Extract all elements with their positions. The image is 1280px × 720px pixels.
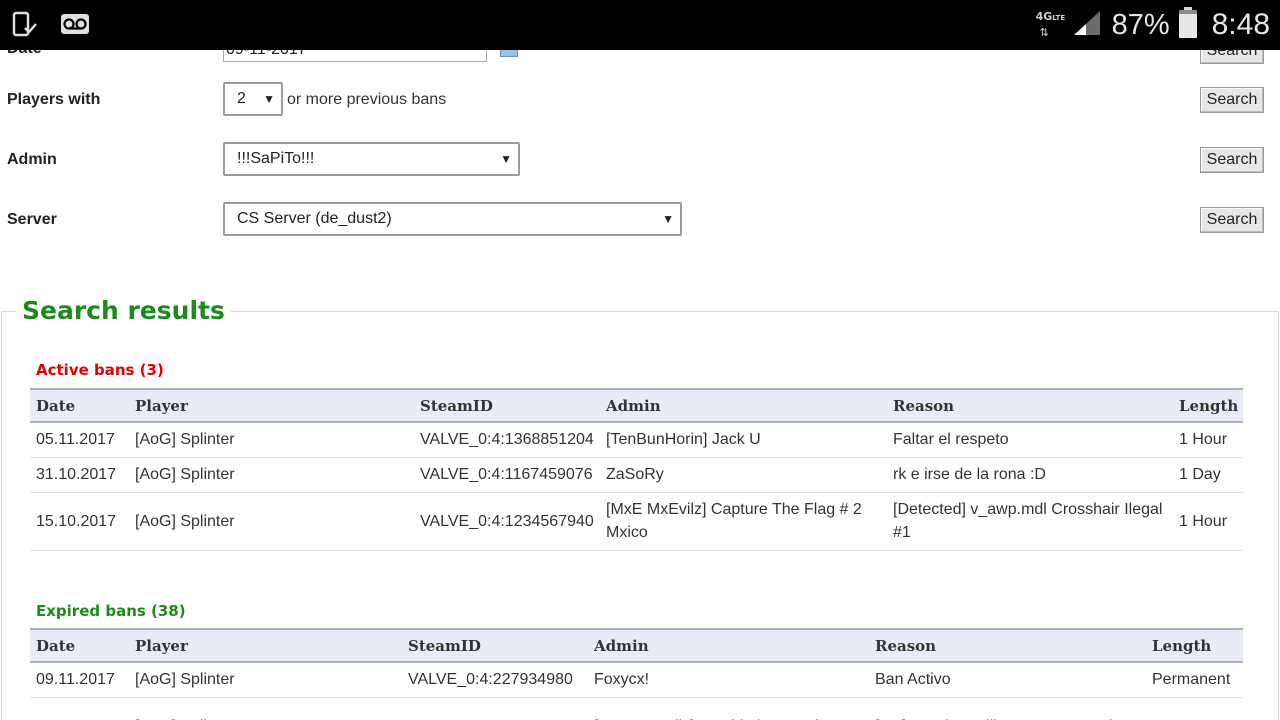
- column-header-steamid[interactable]: SteamID: [414, 389, 600, 422]
- column-header-player[interactable]: Player: [129, 629, 402, 662]
- cell-steamid: VALVE_0:4:1167459076: [414, 457, 600, 493]
- search-results-title: Search results: [16, 296, 231, 325]
- cell-player: [AoG] Splinter: [129, 662, 402, 698]
- previous-bans-value: 2: [237, 90, 246, 107]
- table-header-row: Date Player SteamID Admin Reason Length: [30, 389, 1243, 422]
- previous-bans-select[interactable]: 2 ▼: [223, 82, 283, 116]
- network-subtype-label: LTE: [1052, 14, 1066, 22]
- cell-steamid: VALVE_0:4:1368851204: [414, 422, 600, 458]
- column-header-admin[interactable]: Admin: [588, 629, 869, 662]
- admin-label: Admin: [7, 151, 57, 168]
- status-bar: 4GLTE ⇅ 87% 8:48: [0, 0, 1280, 50]
- cell-steamid: VALVE_0:4:1234567940: [414, 492, 600, 551]
- network-type-indicator: 4GLTE ⇅: [1036, 8, 1066, 42]
- battery-percent: 87%: [1111, 8, 1170, 41]
- active-bans-table: Date Player SteamID Admin Reason Length …: [30, 388, 1243, 551]
- server-label: Server: [7, 211, 57, 228]
- network-type-label: 4G: [1035, 10, 1053, 23]
- cell-admin: [MxE MxEvilz] Trouble in Terrorist: [588, 697, 869, 720]
- status-bar-system: 4GLTE ⇅ 87% 8:48: [1036, 0, 1270, 50]
- column-header-player[interactable]: Player: [129, 389, 414, 422]
- cell-player: [AoG] Splinter: [129, 457, 414, 493]
- voicemail-icon: [60, 13, 90, 40]
- admin-select-value: !!!SaPiTo!!!: [237, 150, 315, 167]
- server-select-value: CS Server (de_dust2): [237, 210, 392, 227]
- table-row[interactable]: 05.11.2017 [AoG] Splinter VALVE_0:4:1368…: [30, 697, 1243, 720]
- cell-date: 31.10.2017: [30, 457, 129, 493]
- cell-player: [AoG] Splinter: [129, 492, 414, 551]
- column-header-date[interactable]: Date: [30, 629, 129, 662]
- table-row[interactable]: 05.11.2017 [AoG] Splinter VALVE_0:4:1368…: [30, 422, 1243, 458]
- table-row[interactable]: 31.10.2017 [AoG] Splinter VALVE_0:4:1167…: [30, 457, 1243, 493]
- cell-steamid: VALVE_0:4:1368851204: [402, 697, 588, 720]
- cell-date: 15.10.2017: [30, 492, 129, 551]
- clock: 8:48: [1211, 8, 1270, 41]
- cell-admin: [TenBunHorin] Jack U: [600, 422, 887, 458]
- date-input[interactable]: 09-11-2017: [223, 50, 487, 62]
- table-row[interactable]: 09.11.2017 [AoG] Splinter VALVE_0:4:2279…: [30, 662, 1243, 698]
- previous-bans-suffix: or more previous bans: [287, 91, 447, 108]
- admin-search-button[interactable]: Search: [1200, 147, 1264, 173]
- cell-admin: Foxycx!: [588, 662, 869, 698]
- admin-select[interactable]: !!!SaPiTo!!! ▼: [223, 142, 520, 176]
- expired-bans-heading: Expired bans (38): [36, 602, 186, 620]
- table-header-row: Date Player SteamID Admin Reason Length: [30, 629, 1243, 662]
- players-search-button[interactable]: Search: [1200, 87, 1264, 113]
- cell-reason: Ban Activo: [869, 662, 1146, 698]
- phone-check-icon: [12, 11, 38, 42]
- cell-reason: [RK] Random Kill: Matar a tu equipo: [869, 697, 1146, 720]
- calendar-icon[interactable]: [500, 50, 518, 57]
- cell-steamid: VALVE_0:4:227934980: [402, 662, 588, 698]
- column-header-steamid[interactable]: SteamID: [402, 629, 588, 662]
- server-search-button[interactable]: Search: [1200, 207, 1264, 233]
- chevron-down-icon: ▼: [662, 212, 674, 226]
- cell-player: [AoG] Splinter: [129, 697, 402, 720]
- cell-date: 05.11.2017: [30, 697, 129, 720]
- signal-icon: [1072, 9, 1102, 42]
- cell-player: [AoG] Splinter: [129, 422, 414, 458]
- cell-length: Permanent: [1146, 662, 1243, 698]
- column-header-length[interactable]: Length: [1146, 629, 1243, 662]
- data-arrows-icon: ⇅: [1039, 27, 1049, 39]
- column-header-length[interactable]: Length: [1173, 389, 1243, 422]
- column-header-admin[interactable]: Admin: [600, 389, 887, 422]
- chevron-down-icon: ▼: [500, 152, 512, 166]
- cell-admin: [MxE MxEvilz] Capture The Flag # 2 Mxico: [600, 492, 887, 551]
- column-header-date[interactable]: Date: [30, 389, 129, 422]
- column-header-reason[interactable]: Reason: [887, 389, 1173, 422]
- cell-admin: ZaSoRy: [600, 457, 887, 493]
- status-bar-notifications: [12, 11, 90, 42]
- cell-length: 1 Hour: [1173, 492, 1243, 551]
- active-bans-heading: Active bans (3): [36, 361, 164, 379]
- column-header-reason[interactable]: Reason: [869, 629, 1146, 662]
- cell-length: 1 Hour: [1173, 422, 1243, 458]
- expired-bans-table: Date Player SteamID Admin Reason Length …: [30, 628, 1243, 720]
- date-input-value: 09-11-2017: [226, 50, 307, 58]
- cell-length: 1 Day: [1173, 457, 1243, 493]
- server-select[interactable]: CS Server (de_dust2) ▼: [223, 202, 682, 236]
- cell-reason: [Detected] v_awp.mdl Crosshair Ilegal #1: [887, 492, 1173, 551]
- cell-length: 1 Hour: [1146, 697, 1243, 720]
- players-with-label: Players with: [7, 91, 101, 108]
- table-row[interactable]: 15.10.2017 [AoG] Splinter VALVE_0:4:1234…: [30, 492, 1243, 551]
- cell-date: 09.11.2017: [30, 662, 129, 698]
- battery-icon: [1178, 6, 1198, 44]
- cell-reason: rk e irse de la rona :D: [887, 457, 1173, 493]
- cell-date: 05.11.2017: [30, 422, 129, 458]
- cell-reason: Faltar el respeto: [887, 422, 1173, 458]
- chevron-down-icon: ▼: [263, 92, 275, 106]
